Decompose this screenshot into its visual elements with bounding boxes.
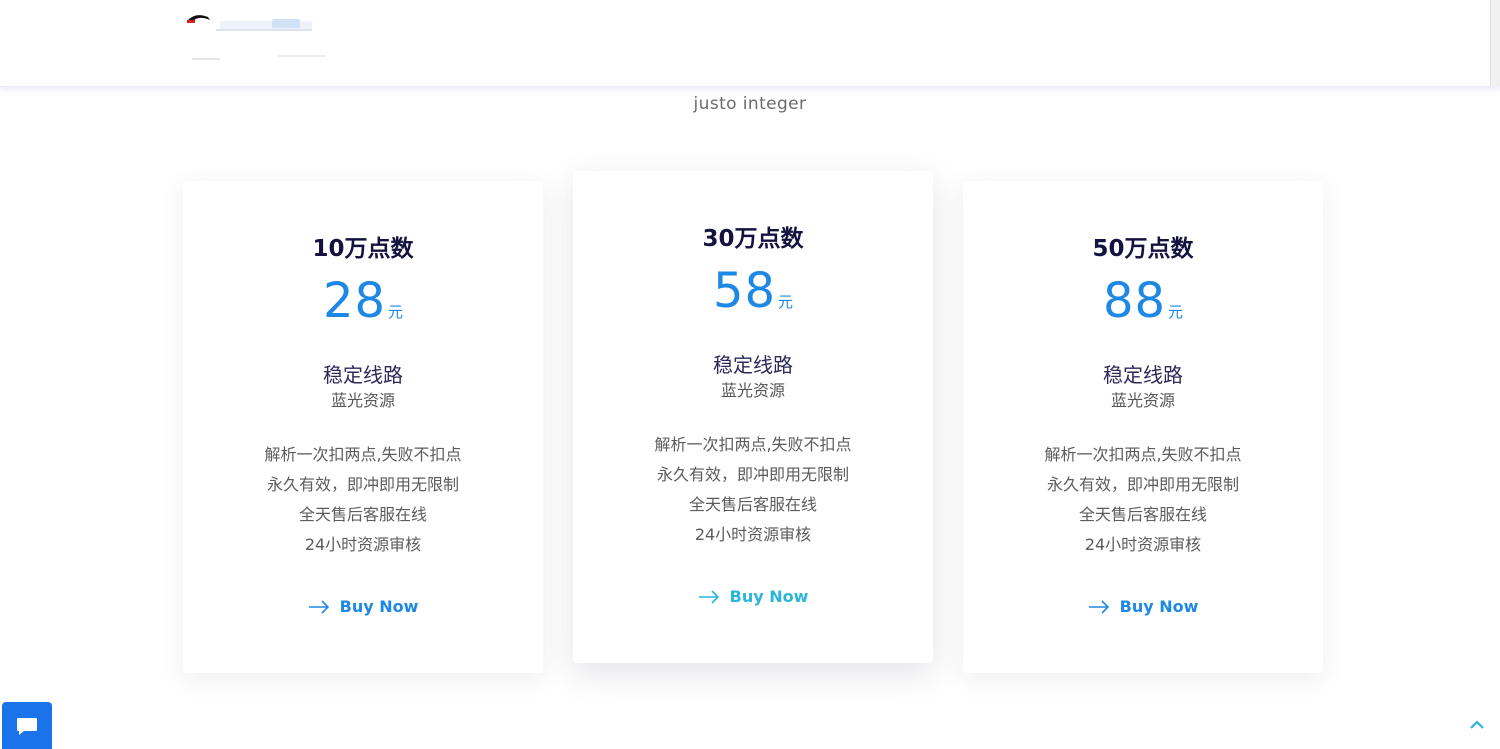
buy-now-button[interactable]: Buy Now [963,597,1323,616]
arrow-right-icon [308,599,329,614]
plan-name: 10万点数 [312,236,414,262]
feature-list: 解析一次扣两点,失败不扣点 永久有效，即冲即用无限制 全天售后客服在线 24小时… [573,433,933,553]
section-subtitle: justo integer [693,94,807,114]
feature-item: 解析一次扣两点,失败不扣点 [264,445,462,464]
feature-subtitle: 蓝光资源 [330,391,395,410]
page: justo integer 10万点数 28 元 稳定线路 蓝光资源 解析一次扣两… [0,0,1500,749]
buy-now-label: Buy Now [1119,597,1199,616]
price-unit: 元 [388,303,404,321]
buy-now-button[interactable]: Buy Now [183,597,543,616]
price-value: 88 [1102,273,1167,329]
pricing-card-50w: 50万点数 88 元 稳定线路 蓝光资源 解析一次扣两点,失败不扣点 永久有效，即… [963,181,1323,673]
back-to-top-button[interactable] [1466,714,1488,736]
feature-item: 全天售后客服在线 [298,505,427,524]
scrollbar[interactable] [1490,0,1500,87]
feature-item: 24小时资源审核 [1084,535,1202,554]
pricing-card-10w: 10万点数 28 元 稳定线路 蓝光资源 解析一次扣两点,失败不扣点 永久有效，即… [183,181,543,673]
price-unit: 元 [778,293,794,311]
chevron-up-icon [1470,720,1484,729]
feature-item: 24小时资源审核 [694,525,812,544]
pricing-card-30w: 30万点数 58 元 稳定线路 蓝光资源 解析一次扣两点,失败不扣点 永久有效，即… [573,171,933,663]
feature-item: 永久有效，即冲即用无限制 [1046,475,1239,494]
logo-icon [187,15,326,60]
site-logo[interactable] [186,14,326,64]
buy-now-label: Buy Now [729,587,809,606]
arrow-right-icon [698,589,719,604]
feature-item: 解析一次扣两点,失败不扣点 [1044,445,1242,464]
feature-list: 解析一次扣两点,失败不扣点 永久有效，即冲即用无限制 全天售后客服在线 24小时… [183,443,543,563]
feature-list: 解析一次扣两点,失败不扣点 永久有效，即冲即用无限制 全天售后客服在线 24小时… [963,443,1323,563]
feature-item: 永久有效，即冲即用无限制 [266,475,459,494]
arrow-right-icon [1088,599,1109,614]
feature-subtitle: 蓝光资源 [1110,391,1175,410]
feature-subtitle: 蓝光资源 [720,381,785,400]
plan-price: 88 元 [963,273,1323,329]
chat-button[interactable] [2,702,52,749]
price-unit: 元 [1168,303,1184,321]
chat-bubble-icon [17,718,37,735]
feature-item: 全天售后客服在线 [1078,505,1207,524]
plan-price: 58 元 [573,263,933,319]
feature-item: 解析一次扣两点,失败不扣点 [654,435,852,454]
feature-item: 24小时资源审核 [304,535,422,554]
feature-item: 全天售后客服在线 [688,495,817,514]
buy-now-button[interactable]: Buy Now [573,587,933,606]
price-value: 58 [712,263,777,319]
site-header [0,0,1500,87]
plan-name: 30万点数 [702,226,804,252]
feature-item: 永久有效，即冲即用无限制 [656,465,849,484]
price-value: 28 [322,273,387,329]
plan-name: 50万点数 [1092,236,1194,262]
plan-price: 28 元 [183,273,543,329]
feature-title: 稳定线路 [323,363,403,387]
feature-title: 稳定线路 [1103,363,1183,387]
buy-now-label: Buy Now [339,597,419,616]
feature-title: 稳定线路 [713,353,793,377]
